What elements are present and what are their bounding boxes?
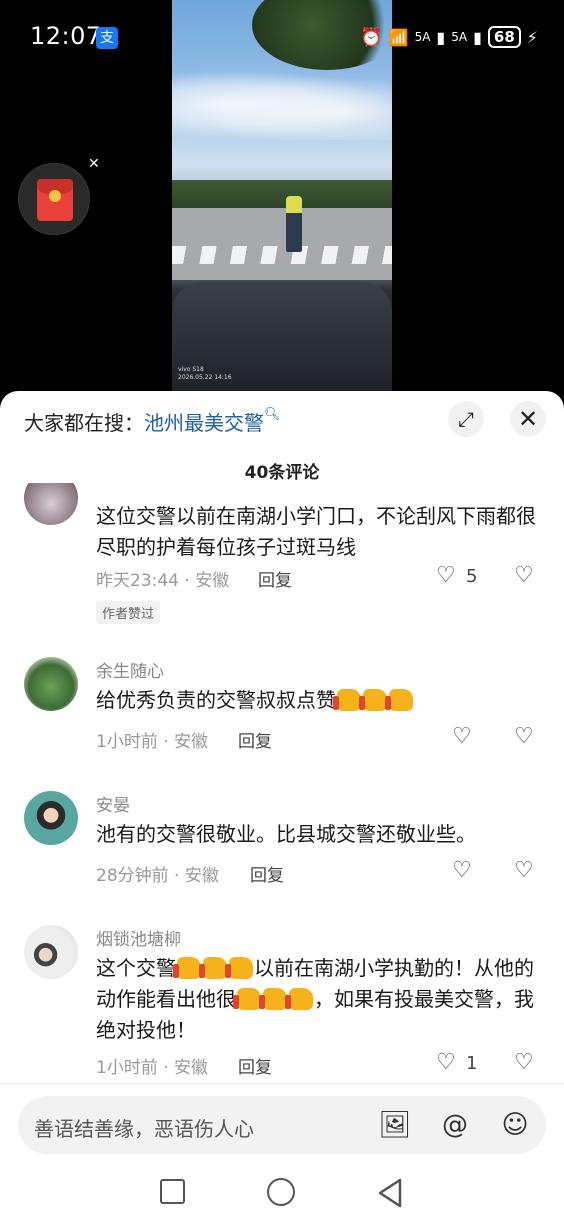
avatar[interactable]	[24, 791, 78, 845]
close-icon[interactable]: ✕	[88, 156, 100, 172]
like-count: 5	[466, 566, 478, 587]
thumbs-up-emoji	[385, 688, 413, 711]
author-liked-badge: 作者赞过	[96, 601, 161, 624]
video-traffic-officer	[286, 196, 302, 252]
wifi-icon: 📶	[388, 27, 409, 47]
emoji-icon[interactable]: ☺	[498, 1108, 532, 1142]
dislike-icon[interactable]: ♡	[514, 724, 534, 749]
search-icon: 🔍︎	[264, 407, 281, 422]
reply-button[interactable]: 回复	[238, 727, 272, 752]
username[interactable]: 余生随心	[96, 657, 164, 682]
comment-text: 这个交警 以前在南湖小学执勤的！从他的动作能看出他很 ，如果有投最美交警，我绝对投他…	[96, 956, 534, 1042]
comment-text: 给优秀负责的交警叔叔点赞	[96, 685, 536, 716]
close-sheet-button[interactable]: ✕	[510, 401, 546, 437]
expand-button[interactable]: ⤢	[448, 401, 484, 437]
thumbs-up-emoji	[233, 987, 261, 1010]
back-button[interactable]	[376, 1177, 404, 1209]
search-keyword[interactable]: 池州最美交警	[144, 411, 264, 435]
at-icon[interactable]: @	[438, 1108, 472, 1142]
avatar[interactable]	[24, 925, 78, 979]
comment-meta: 昨天23:44 · 安徽	[96, 571, 230, 591]
comment-list: 这位交警以前在南湖小学门口，不论刮风下雨都很尽职的护着每位孩子过斑马线 昨天23…	[0, 483, 564, 1083]
alipay-icon: 支	[96, 27, 118, 49]
username[interactable]: 安晏	[96, 791, 130, 816]
video-crosswalk	[172, 246, 392, 264]
charging-icon: ⚡	[526, 27, 538, 47]
clock: 12:07	[30, 22, 102, 50]
comment-count: 40条评论	[244, 463, 320, 483]
signal-icon: ▮	[436, 27, 446, 47]
like-icon[interactable]: ♡	[436, 1050, 456, 1075]
like-icon[interactable]: ♡	[452, 858, 472, 883]
close-icon: ✕	[517, 405, 539, 433]
comment-sheet: 大家都在搜：池州最美交警🔍︎ ⤢ ✕ 40条评论 这位交警以前在南湖小学门口，不…	[0, 391, 564, 1222]
image-icon[interactable]: 🖼︎	[378, 1108, 412, 1142]
like-count: 1	[466, 1053, 478, 1074]
comment-input[interactable]: 善语结善缘，恶语伤人心 🖼︎ @ ☺	[18, 1096, 546, 1154]
battery-indicator: 68	[487, 26, 521, 48]
username[interactable]: 烟锁池塘柳	[96, 925, 181, 950]
thumbs-up-emoji	[199, 956, 227, 979]
dislike-icon[interactable]: ♡	[514, 1050, 534, 1075]
thumbs-up-emoji	[173, 956, 201, 979]
signal-label-1: 5A	[414, 30, 431, 44]
comment-text: 池有的交警很敬业。比县城交警还敬业些。	[96, 822, 476, 846]
status-bar: 12:07 支 ⏰ 📶 5A ▮ 5A ▮ 68 ⚡	[0, 0, 564, 76]
thumbs-up-emoji	[333, 688, 361, 711]
comment-input-bar: 善语结善缘，恶语伤人心 🖼︎ @ ☺	[0, 1083, 564, 1167]
expand-icon: ⤢	[458, 407, 474, 431]
red-envelope-icon	[37, 179, 73, 221]
video-watermark: vivo S18 2026.05.22 14:16	[178, 366, 232, 381]
system-icons: ⏰ 📶 5A ▮ 5A ▮ 68 ⚡	[360, 26, 538, 48]
comment-meta: 1小时前 · 安徽	[96, 1058, 209, 1078]
like-icon[interactable]: ♡	[436, 563, 456, 588]
red-packet-button[interactable]	[18, 163, 90, 235]
search-suggestion[interactable]: 大家都在搜：池州最美交警🔍︎	[24, 407, 281, 436]
thumbs-up-emoji	[259, 987, 287, 1010]
system-navigation-bar	[0, 1167, 564, 1222]
recent-apps-button[interactable]	[160, 1179, 185, 1204]
thumbs-up-emoji	[285, 987, 313, 1010]
video-clouds	[172, 70, 392, 140]
signal-icon: ▮	[473, 27, 482, 47]
alarm-icon: ⏰	[360, 26, 383, 48]
signal-label-2: 5A	[451, 30, 468, 44]
reply-button[interactable]: 回复	[238, 1053, 272, 1078]
thumbs-up-emoji	[225, 956, 253, 979]
dislike-icon[interactable]: ♡	[514, 563, 534, 588]
reply-button[interactable]: 回复	[250, 861, 284, 886]
comment-meta: 28分钟前 · 安徽	[96, 866, 219, 886]
comment-meta: 1小时前 · 安徽	[96, 732, 209, 752]
like-icon[interactable]: ♡	[452, 724, 472, 749]
comment-input-placeholder: 善语结善缘，恶语伤人心	[34, 1117, 254, 1141]
avatar[interactable]	[24, 483, 78, 525]
video-treeline	[172, 180, 392, 208]
reply-button[interactable]: 回复	[258, 566, 292, 591]
dislike-icon[interactable]: ♡	[514, 858, 534, 883]
comment-text: 这位交警以前在南湖小学门口，不论刮风下雨都很尽职的护着每位孩子过斑马线	[96, 504, 536, 559]
avatar[interactable]	[24, 657, 78, 711]
video-road	[172, 208, 392, 280]
thumbs-up-emoji	[359, 688, 387, 711]
home-button[interactable]	[267, 1178, 295, 1206]
